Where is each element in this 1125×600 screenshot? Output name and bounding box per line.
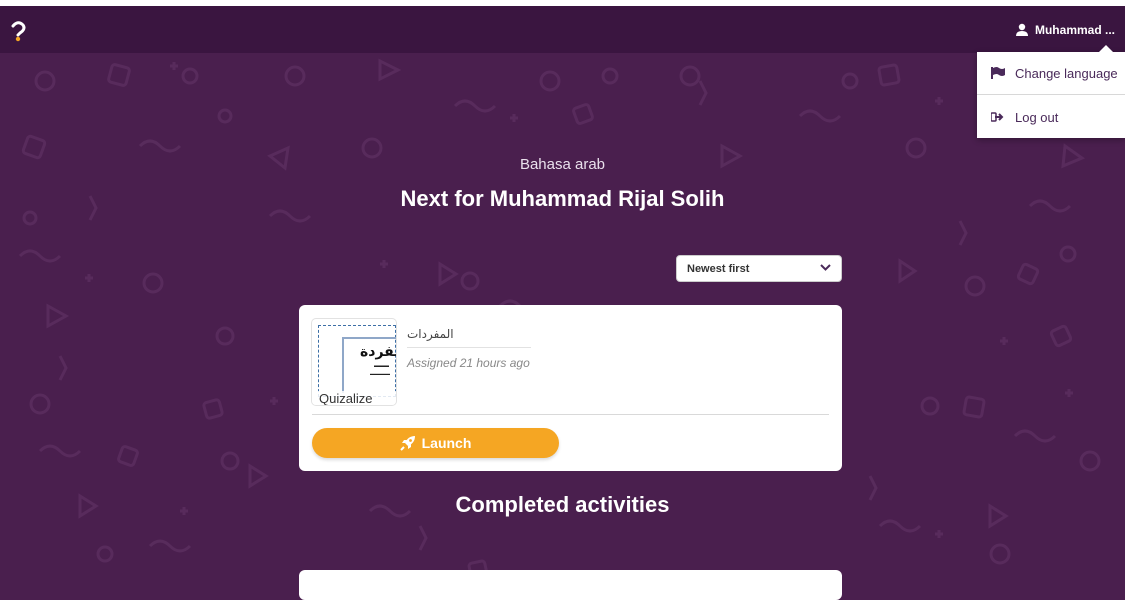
activity-thumbnail[interactable]: مفردة) ▬▬▬ ▬▬▬▬▬ Quizalize bbox=[312, 319, 396, 405]
menu-item-label: Log out bbox=[1015, 109, 1059, 125]
launch-label: Launch bbox=[421, 435, 472, 451]
user-icon bbox=[1015, 23, 1028, 36]
thumbnail-arabic-text: مفردة) bbox=[360, 344, 396, 360]
assignment-timestamp: Assigned 21 hours ago bbox=[407, 356, 530, 370]
menu-item-log-out[interactable]: Log out bbox=[977, 96, 1125, 138]
sign-out-icon bbox=[991, 112, 1004, 122]
thumbnail-source-label: Quizalize bbox=[312, 391, 396, 405]
user-name: Muhammad ... bbox=[1034, 23, 1115, 37]
chevron-down-icon bbox=[820, 264, 831, 271]
user-menu-button[interactable]: Muhammad ... bbox=[1015, 20, 1115, 40]
flag-icon bbox=[991, 67, 1005, 79]
assignment-title: المفردات bbox=[407, 327, 454, 341]
completed-activity-card[interactable] bbox=[299, 570, 842, 600]
user-dropdown-menu: Change language Log out bbox=[977, 45, 1125, 138]
class-name: Bahasa arab bbox=[519, 156, 606, 173]
dropdown-caret bbox=[1099, 45, 1113, 52]
rocket-icon bbox=[399, 436, 415, 451]
sort-select[interactable]: Newest first bbox=[676, 255, 842, 282]
completed-activities-heading: Completed activities bbox=[455, 492, 670, 517]
top-navbar: Muhammad ... bbox=[0, 6, 1125, 53]
card-divider bbox=[312, 414, 829, 415]
thumbnail-decoration: ▬▬▬ bbox=[374, 363, 389, 369]
menu-item-label: Change language bbox=[1015, 65, 1118, 81]
thumbnail-decoration: ▬▬▬▬▬ bbox=[370, 371, 390, 376]
page-title: Next for Muhammad Rijal Solih bbox=[400, 186, 725, 211]
menu-item-change-language[interactable]: Change language bbox=[977, 52, 1125, 94]
sort-selected-value: Newest first bbox=[687, 263, 750, 275]
assignment-card: مفردة) ▬▬▬ ▬▬▬▬▬ Quizalize المفردات Assi… bbox=[299, 305, 842, 471]
app-logo-icon[interactable] bbox=[9, 20, 27, 42]
assignment-title-underline bbox=[407, 347, 531, 348]
launch-button[interactable]: Launch bbox=[312, 428, 559, 458]
menu-divider bbox=[977, 94, 1125, 95]
